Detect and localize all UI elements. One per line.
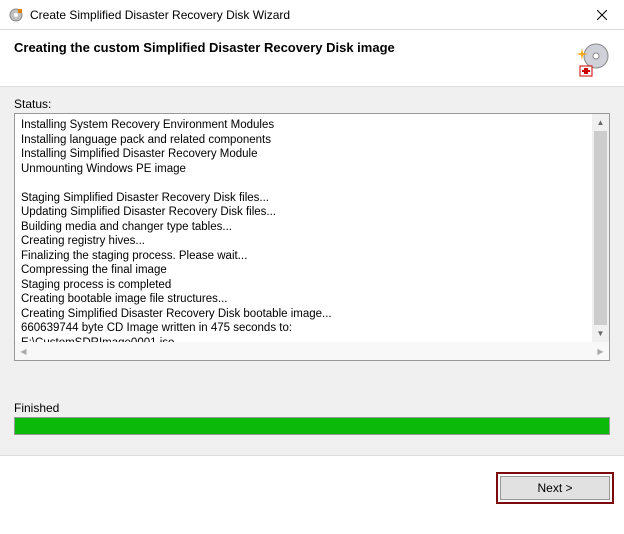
scroll-thumb[interactable] <box>594 131 607 325</box>
footer: Next > <box>0 456 624 514</box>
window-title: Create Simplified Disaster Recovery Disk… <box>30 8 579 22</box>
wizard-header: Creating the custom Simplified Disaster … <box>0 30 624 86</box>
page-title: Creating the custom Simplified Disaster … <box>14 40 395 55</box>
close-button[interactable] <box>579 0 624 30</box>
app-icon <box>8 7 24 23</box>
progress-section: Finished <box>14 401 610 435</box>
titlebar: Create Simplified Disaster Recovery Disk… <box>0 0 624 30</box>
status-log-text: Installing System Recovery Environment M… <box>15 114 609 360</box>
progress-label: Finished <box>14 401 610 415</box>
status-label: Status: <box>14 97 610 111</box>
scroll-left-arrow[interactable]: ◀ <box>15 343 32 360</box>
status-log-box: Installing System Recovery Environment M… <box>14 113 610 361</box>
progress-bar <box>14 417 610 435</box>
scroll-right-arrow[interactable]: ▶ <box>592 343 609 360</box>
horizontal-scrollbar[interactable]: ◀ ▶ <box>15 342 609 360</box>
scroll-up-arrow[interactable]: ▲ <box>592 114 609 131</box>
next-button[interactable]: Next > <box>500 476 610 500</box>
wizard-icon <box>566 40 610 80</box>
content-area: Status: Installing System Recovery Envir… <box>0 86 624 456</box>
vertical-scrollbar[interactable]: ▲ ▼ <box>592 114 609 342</box>
scroll-down-arrow[interactable]: ▼ <box>592 325 609 342</box>
